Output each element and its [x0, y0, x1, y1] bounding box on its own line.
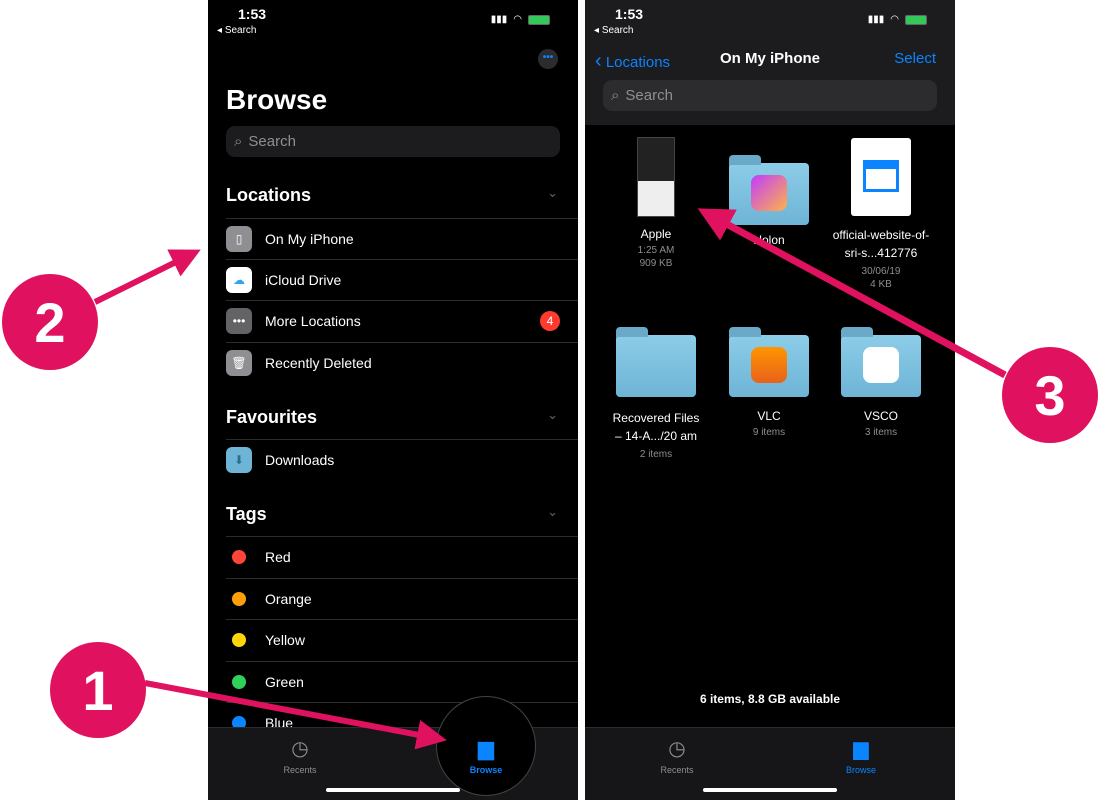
arrow-3 — [697, 208, 1007, 379]
arrow-1 — [144, 680, 447, 750]
annotation-badge-3: 3 — [1002, 347, 1098, 443]
annotation-badge-1: 1 — [50, 642, 146, 738]
annotation-badge-2: 2 — [2, 274, 98, 370]
annotation-arrows — [93, 208, 1007, 750]
arrow-2 — [93, 249, 201, 305]
